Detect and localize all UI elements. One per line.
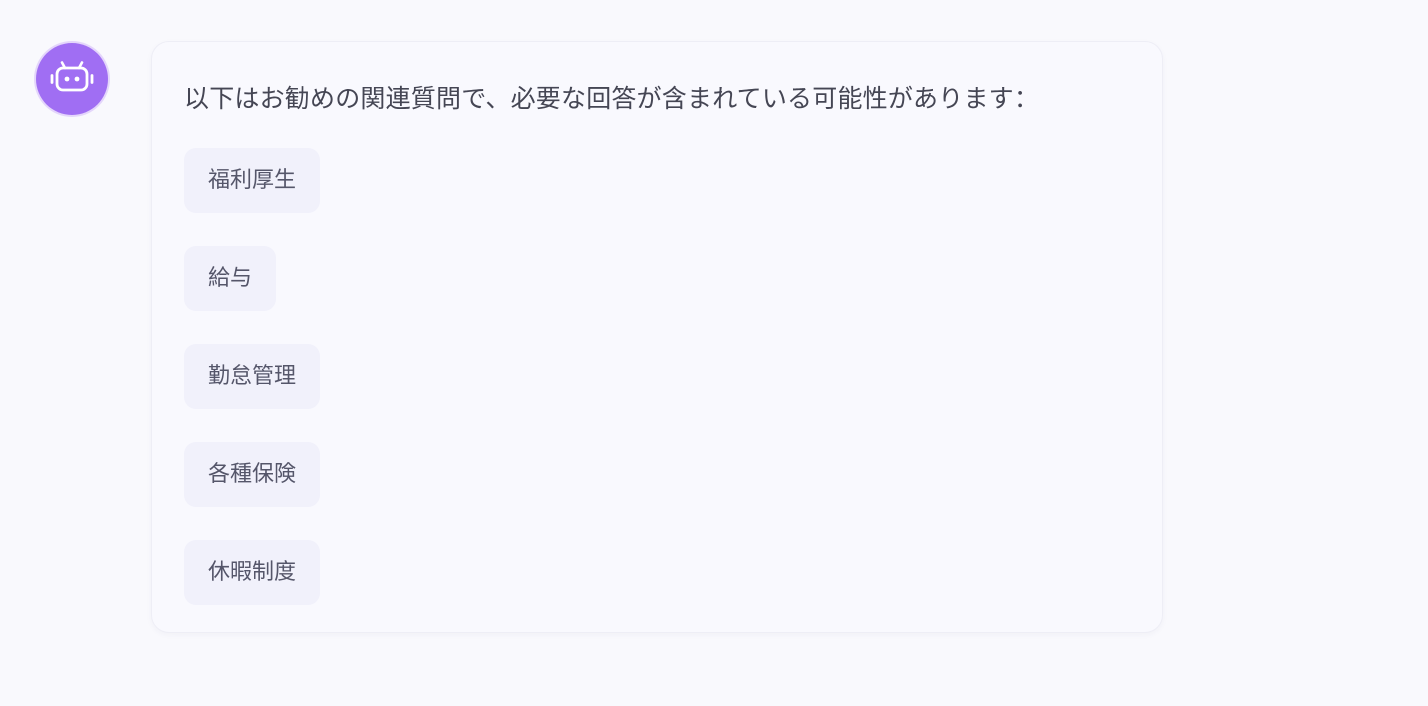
suggested-question-button[interactable]: 福利厚生	[184, 148, 321, 213]
message-intro-text: 以下はお勧めの関連質問で、必要な回答が含まれている可能性があります：	[184, 84, 1040, 113]
suggested-question-button[interactable]: 休暇制度	[184, 540, 321, 605]
assistant-message-bubble: 以下はお勧めの関連質問で、必要な回答が含まれている可能性があります： 福利厚生 …	[151, 41, 1163, 633]
suggested-questions-list: 福利厚生 給与 勤怠管理 各種保険 休暇制度	[184, 148, 321, 605]
suggested-question-button[interactable]: 給与	[184, 246, 277, 311]
suggested-question-button[interactable]: 勤怠管理	[184, 344, 321, 409]
chat-page: 以下はお勧めの関連質問で、必要な回答が含まれている可能性があります： 福利厚生 …	[0, 0, 1428, 706]
robot-icon	[48, 55, 96, 103]
suggested-question-button[interactable]: 各種保険	[184, 442, 321, 507]
assistant-avatar	[36, 43, 108, 115]
